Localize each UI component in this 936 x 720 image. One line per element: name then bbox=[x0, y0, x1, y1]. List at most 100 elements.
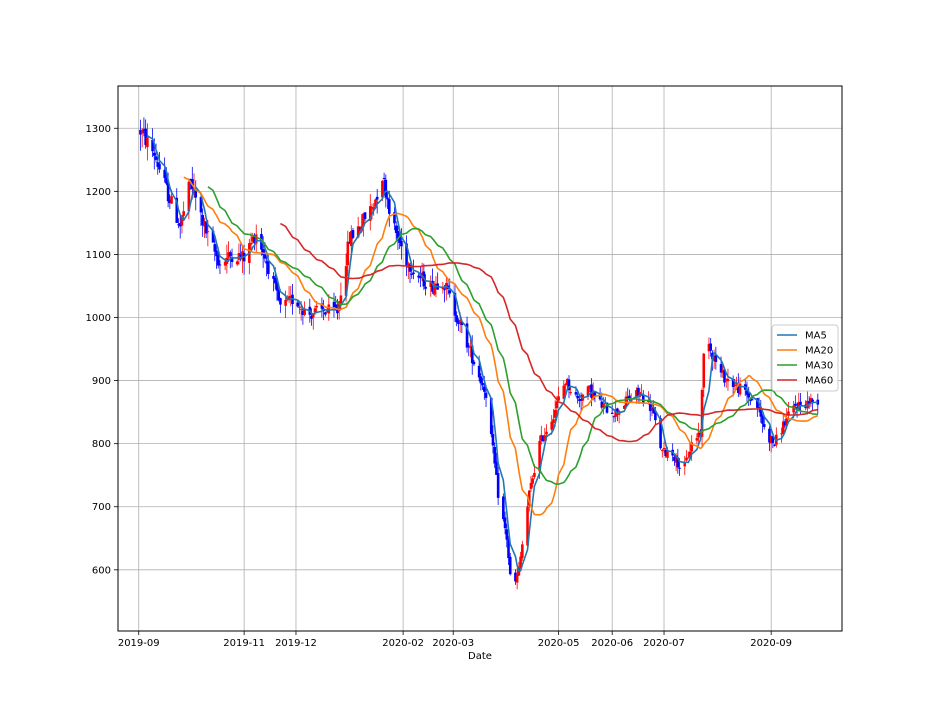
candle-body bbox=[794, 403, 797, 406]
candle-body bbox=[472, 361, 476, 365]
candle-body bbox=[593, 392, 597, 396]
candle-body bbox=[493, 446, 496, 464]
candle-body bbox=[529, 483, 533, 489]
legend-label: MA60 bbox=[805, 376, 833, 387]
candle-body bbox=[660, 450, 664, 452]
candle-body bbox=[484, 392, 488, 398]
candle-body bbox=[545, 431, 548, 435]
candle-body bbox=[424, 286, 427, 289]
candle-body bbox=[213, 244, 217, 252]
candle-body bbox=[327, 304, 331, 314]
candle-body bbox=[508, 556, 512, 575]
candle-body bbox=[555, 401, 559, 409]
candle-body bbox=[553, 409, 557, 418]
candle-body bbox=[750, 399, 754, 401]
candle-body bbox=[315, 306, 319, 308]
candle-body bbox=[761, 415, 764, 424]
candle-body bbox=[773, 444, 776, 446]
legend: MA5 MA20 MA30 MA60 bbox=[771, 324, 839, 392]
candle-body bbox=[448, 290, 452, 294]
candle-body bbox=[267, 260, 270, 275]
candle-body bbox=[443, 289, 446, 291]
candle-body bbox=[662, 447, 666, 450]
legend-label: MA30 bbox=[805, 361, 833, 372]
candle-body bbox=[477, 365, 481, 378]
candle-body bbox=[140, 130, 144, 134]
candle-body bbox=[686, 457, 690, 459]
candle-body bbox=[218, 264, 222, 266]
candle-body bbox=[467, 345, 471, 347]
candle-body bbox=[412, 272, 415, 275]
candle-body bbox=[481, 382, 484, 386]
candle-body bbox=[552, 419, 555, 424]
candle-body bbox=[695, 438, 699, 441]
candle-body bbox=[533, 472, 536, 478]
legend-label: MA5 bbox=[805, 331, 827, 342]
x-tick-label: 2020-09 bbox=[750, 638, 792, 649]
y-tick-label: 900 bbox=[92, 376, 111, 387]
candle-body bbox=[363, 212, 367, 219]
x-tick-label: 2020-05 bbox=[538, 638, 580, 649]
candle-body bbox=[666, 450, 669, 458]
candle-body bbox=[299, 308, 303, 310]
candle-body bbox=[610, 412, 614, 414]
candle-body bbox=[574, 392, 578, 395]
x-tick-label: 2020-02 bbox=[382, 638, 424, 649]
candle-body bbox=[351, 230, 355, 238]
candle-body bbox=[313, 308, 317, 313]
candle-body bbox=[709, 343, 712, 351]
candle-body bbox=[382, 178, 386, 180]
y-tick-label: 1000 bbox=[86, 313, 111, 324]
candle-body bbox=[495, 461, 498, 475]
candle-body bbox=[263, 254, 267, 259]
candle-body bbox=[152, 152, 156, 156]
legend-label: MA20 bbox=[805, 346, 833, 357]
candle-body bbox=[505, 529, 509, 540]
candle-body bbox=[515, 574, 519, 583]
candle-body bbox=[747, 393, 750, 398]
candle-body bbox=[375, 196, 379, 200]
candle-body bbox=[799, 401, 802, 405]
candle-body bbox=[235, 261, 239, 265]
candle-body bbox=[678, 467, 681, 469]
x-tick-label: 2019-09 bbox=[118, 638, 160, 649]
candle-body bbox=[576, 395, 579, 399]
y-tick-label: 700 bbox=[92, 502, 111, 513]
x-tick-label: 2019-12 bbox=[275, 638, 317, 649]
candle-body bbox=[479, 376, 483, 384]
candle-body bbox=[386, 197, 389, 200]
candle-body bbox=[502, 496, 505, 520]
x-tick-label: 2020-03 bbox=[432, 638, 474, 649]
candle-body bbox=[296, 302, 300, 307]
candle-body bbox=[491, 434, 495, 446]
candle-body bbox=[654, 413, 657, 421]
candle-body bbox=[521, 544, 524, 558]
candle-body bbox=[702, 353, 706, 388]
candle-body bbox=[531, 478, 535, 484]
candle-body bbox=[284, 299, 287, 306]
candle-body bbox=[146, 137, 149, 148]
y-tick-label: 1100 bbox=[86, 250, 111, 261]
candle-body bbox=[158, 163, 161, 170]
candle-body bbox=[216, 255, 220, 266]
candle-body bbox=[503, 517, 507, 529]
y-tick-label: 1200 bbox=[86, 187, 111, 198]
candle-body bbox=[154, 156, 158, 160]
x-tick-label: 2020-07 bbox=[643, 638, 685, 649]
candle-body bbox=[733, 384, 737, 387]
candle-body bbox=[400, 240, 403, 247]
candle-body bbox=[170, 196, 173, 204]
candle-body bbox=[182, 211, 185, 216]
candle-body bbox=[726, 378, 730, 382]
candle-body bbox=[496, 473, 500, 498]
candle-body bbox=[346, 241, 350, 266]
candlestick-chart: 600 700 800 900 1000 1100 1200 1300 2019-09 2019-… bbox=[0, 0, 936, 720]
y-tick-label: 1300 bbox=[86, 124, 111, 135]
candle-body bbox=[811, 399, 814, 402]
candle-body bbox=[229, 252, 232, 257]
y-tick-label: 800 bbox=[92, 439, 111, 450]
candle-body bbox=[206, 231, 210, 233]
candle-body bbox=[279, 298, 282, 305]
x-axis-label: Date bbox=[468, 651, 492, 662]
y-tick-label: 600 bbox=[92, 565, 111, 576]
